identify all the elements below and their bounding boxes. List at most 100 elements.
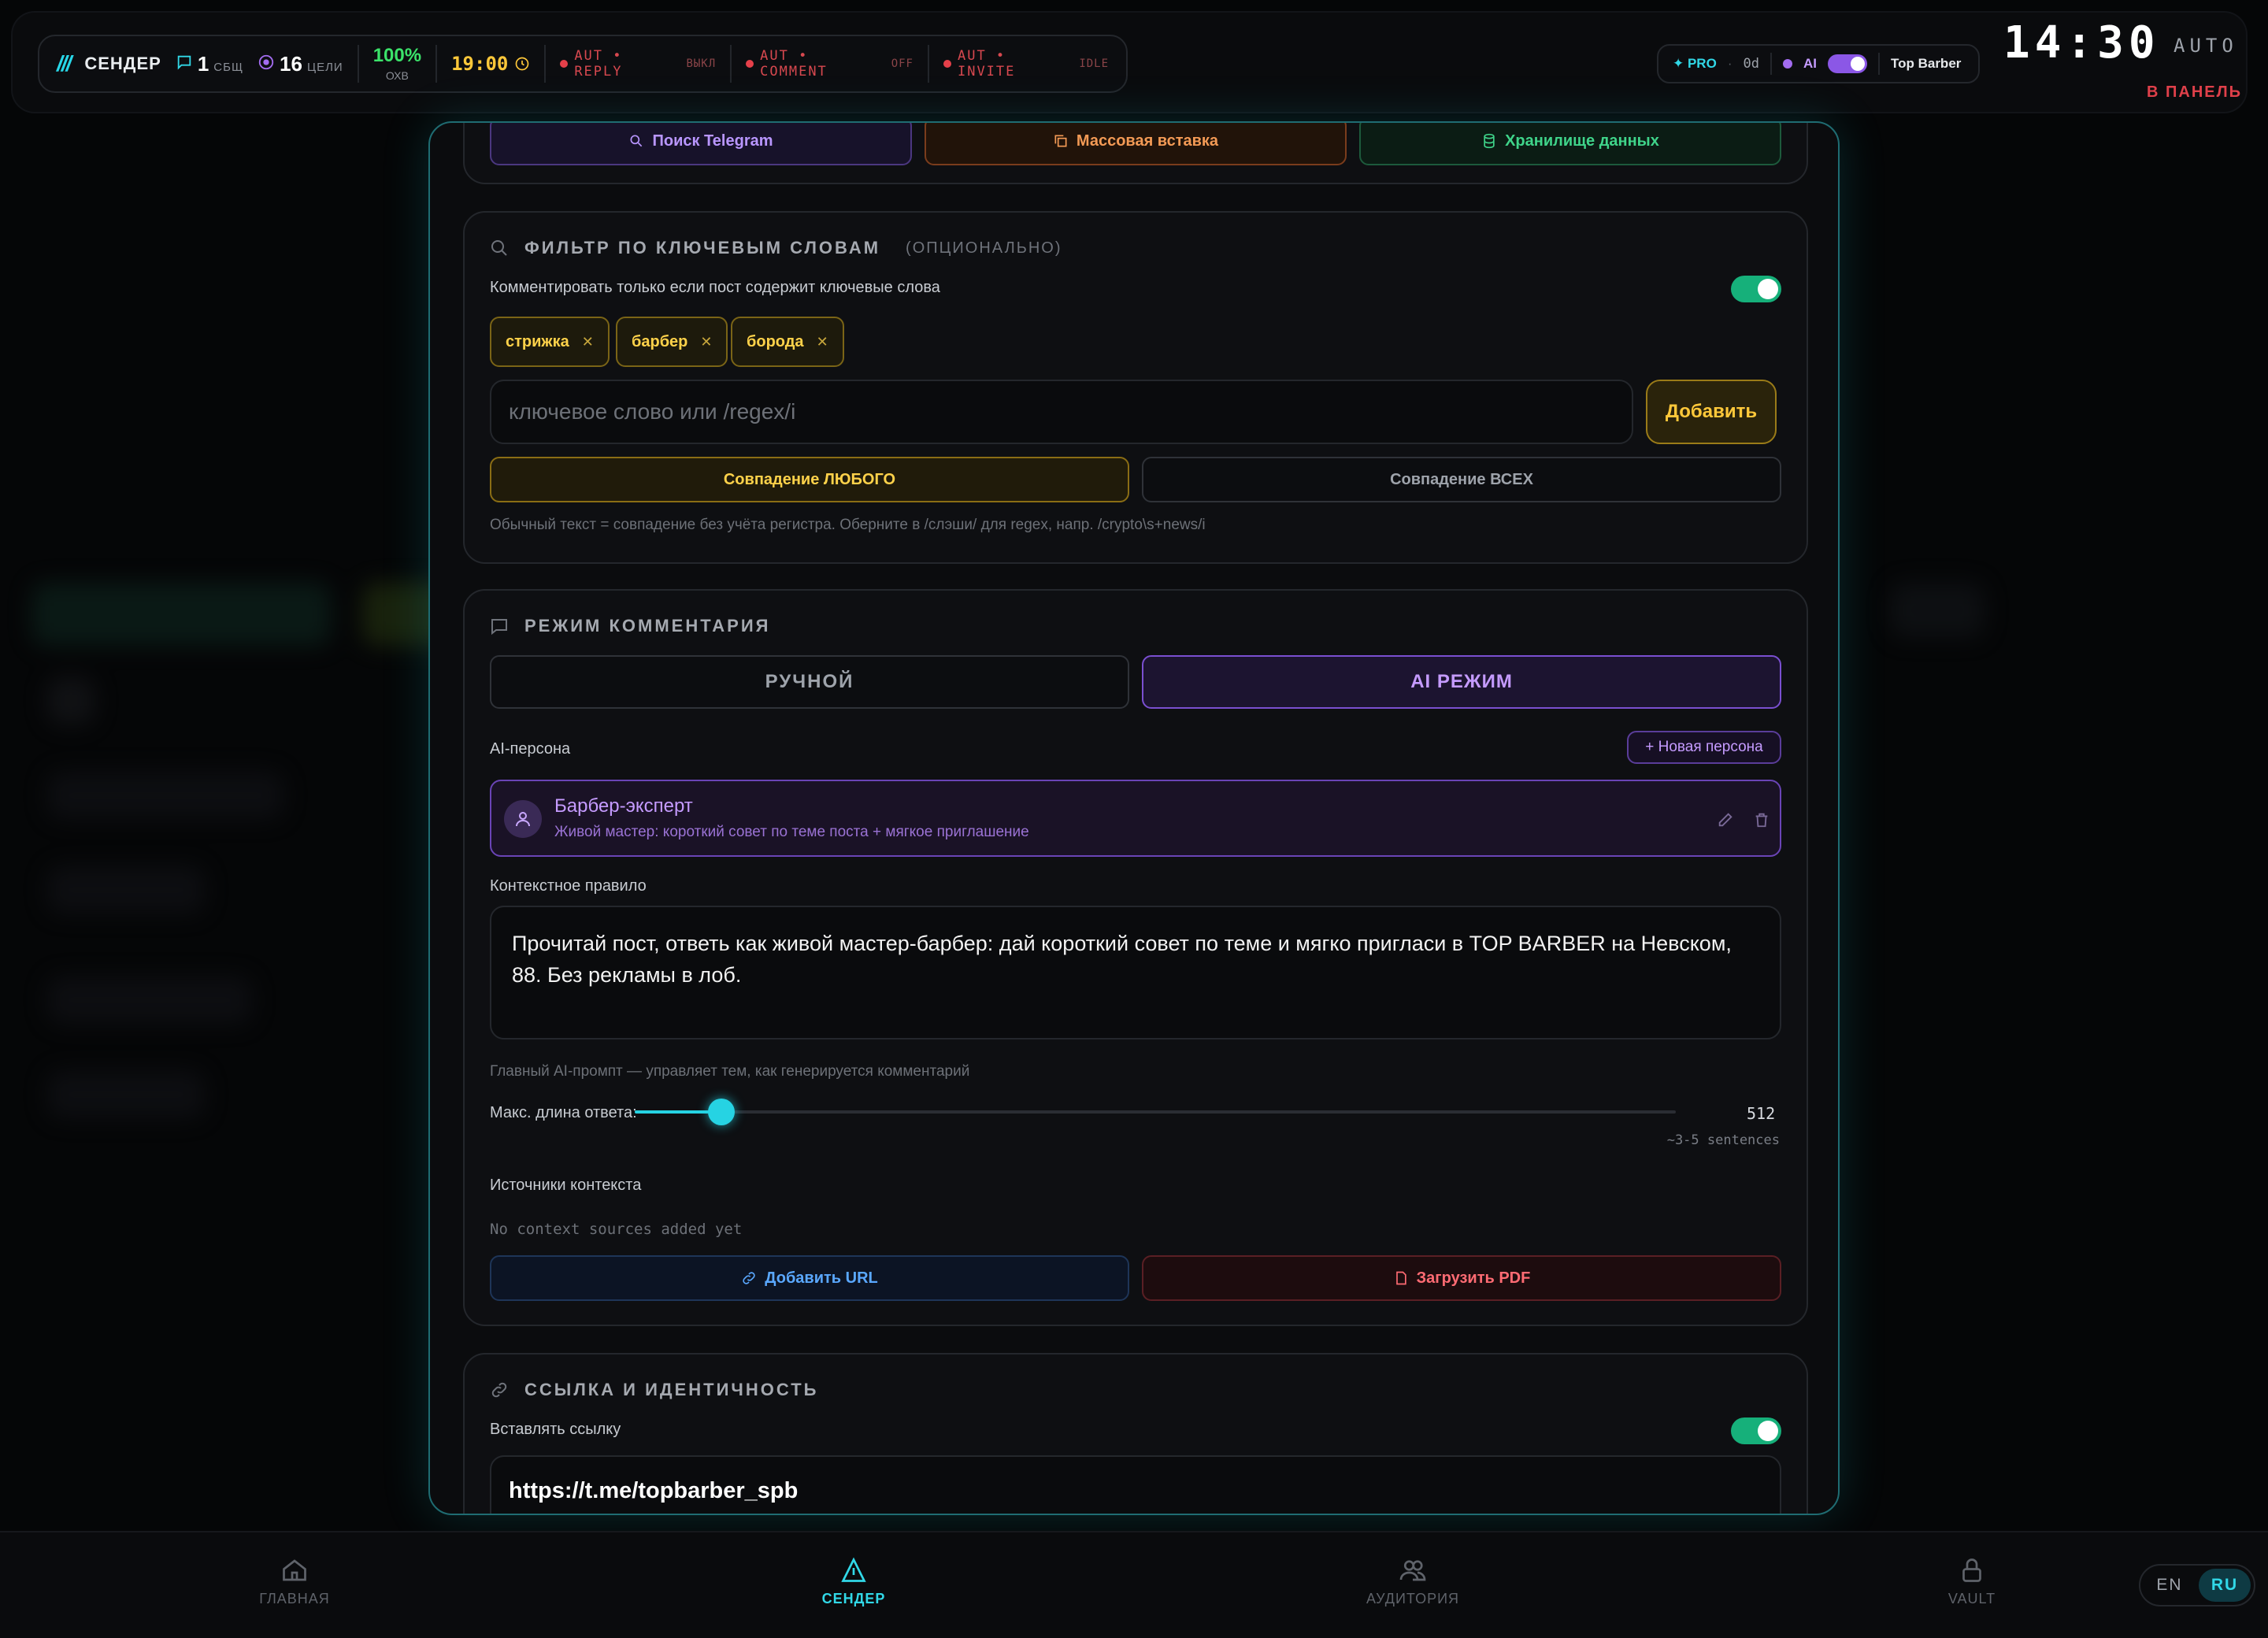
link-icon: [491, 1382, 507, 1398]
link-url-input[interactable]: https://t.me/topbarber_spb: [490, 1455, 1781, 1514]
comment-icon: [491, 619, 507, 636]
max-length-value: 512: [1747, 1104, 1776, 1123]
divider: [544, 45, 547, 83]
status-dot-icon: [746, 60, 754, 68]
add-keyword-button[interactable]: Добавить: [1646, 380, 1777, 444]
copy-icon: [1054, 135, 1067, 147]
account-name[interactable]: Top Barber: [1891, 56, 1961, 72]
keyword-filter-toggle[interactable]: [1731, 276, 1781, 302]
search-icon: [491, 240, 507, 256]
nav-home[interactable]: ГЛАВНАЯ: [216, 1556, 373, 1607]
context-rule-label: Контекстное правило: [490, 877, 647, 895]
telegram-search-button[interactable]: Поиск Telegram: [490, 123, 912, 165]
remove-tag-icon[interactable]: ✕: [582, 334, 594, 350]
context-sources-label: Источники контекста: [490, 1177, 642, 1194]
insert-link-toggle[interactable]: [1731, 1418, 1781, 1444]
clock: 14:30: [2003, 17, 2160, 69]
persona-name: Барбер-эксперт: [554, 795, 693, 817]
nav-audience[interactable]: АУДИТОРИЯ: [1334, 1556, 1492, 1607]
edit-icon[interactable]: [1717, 811, 1734, 828]
data-storage-button[interactable]: Хранилище данных: [1359, 123, 1781, 165]
divider: [435, 45, 438, 83]
language-switcher: EN RU: [2139, 1564, 2255, 1606]
comment-mode-title: РЕЖИМ КОММЕНТАРИЯ: [490, 616, 770, 636]
link-identity-card: ССЫЛКА И ИДЕНТИЧНОСТЬ Вставлять ссылку h…: [463, 1353, 1808, 1514]
reach-stat: 100% ОХВ: [372, 45, 422, 82]
keyword-toggle-label: Комментировать только если пост содержит…: [490, 279, 940, 296]
divider: [1770, 53, 1772, 75]
slider-handle[interactable]: [708, 1099, 736, 1125]
target-icon: [258, 54, 274, 69]
insert-link-label: Вставлять ссылку: [490, 1421, 621, 1438]
max-length-hint: ~3-5 sentences: [1666, 1132, 1780, 1148]
upload-pdf-button[interactable]: Загрузить PDF: [1142, 1255, 1781, 1301]
message-icon: [177, 55, 191, 70]
context-sources-empty: No context sources added yet: [490, 1221, 743, 1238]
divider: [1877, 53, 1880, 75]
remove-tag-icon[interactable]: ✕: [817, 334, 828, 350]
status-dot-icon: [560, 60, 569, 68]
trash-icon[interactable]: [1753, 811, 1770, 828]
comment-mode-card: РЕЖИМ КОММЕНТАРИЯ РУЧНОЙ AI РЕЖИМ AI-пер…: [463, 589, 1808, 1326]
max-length-slider[interactable]: [635, 1099, 1676, 1125]
match-any-button[interactable]: Совпадение ЛЮБОГО: [490, 457, 1129, 502]
brand-slash: ///: [57, 51, 72, 76]
keyword-tag: борода ✕: [731, 317, 844, 367]
pro-badge[interactable]: ✦ PRO: [1673, 56, 1717, 72]
database-icon: [1484, 133, 1495, 149]
ai-persona-label: AI-персона: [490, 740, 571, 758]
users-icon: [1399, 1560, 1426, 1581]
bottom-navigation: ГЛАВНАЯ СЕНДЕР АУДИТОРИЯ VAULT EN RU: [0, 1531, 2268, 1638]
link-identity-title: ССЫЛКА И ИДЕНТИЧНОСТЬ: [490, 1380, 818, 1400]
nav-sender[interactable]: СЕНДЕР: [775, 1556, 932, 1607]
sources-card: Поиск Telegram Массовая вставка Хранилищ…: [463, 123, 1808, 184]
remove-tag-icon[interactable]: ✕: [700, 334, 712, 350]
bulk-insert-button[interactable]: Массовая вставка: [925, 123, 1347, 165]
keyword-input[interactable]: [490, 380, 1633, 444]
persona-card[interactable]: Барбер-эксперт Живой мастер: короткий со…: [490, 780, 1781, 857]
lang-en[interactable]: EN: [2144, 1569, 2196, 1602]
persona-description: Живой мастер: короткий совет по теме пос…: [554, 824, 1029, 840]
manual-mode-button[interactable]: РУЧНОЙ: [490, 655, 1129, 709]
to-panel-link[interactable]: В ПАНЕЛЬ: [2147, 83, 2242, 102]
ai-label: AI: [1803, 56, 1817, 71]
nav-vault[interactable]: VAULT: [1893, 1556, 2051, 1607]
match-all-button[interactable]: Совпадение ВСЕХ: [1142, 457, 1781, 502]
auto-reply-status[interactable]: AUT • REPLY ВЫКЛ: [560, 48, 716, 80]
schedule-time[interactable]: 19:00: [451, 53, 530, 75]
pro-days: 0d: [1743, 56, 1759, 72]
new-persona-button[interactable]: + Новая персона: [1627, 731, 1781, 764]
keyword-hint: Обычный текст = совпадение без учёта рег…: [490, 517, 1206, 533]
status-dot-icon: [943, 60, 951, 68]
keyword-tag: барбер ✕: [616, 317, 728, 367]
divider: [730, 45, 732, 83]
clock-icon: [516, 57, 529, 71]
file-icon: [1395, 1271, 1406, 1285]
keyword-filter-title: ФИЛЬТР ПО КЛЮЧЕВЫМ СЛОВАМ (ОПЦИОНАЛЬНО): [490, 238, 1062, 258]
avatar: [504, 800, 542, 838]
sender-icon: [841, 1557, 866, 1582]
messages-stat: 1 СБЩ: [176, 52, 243, 76]
divider: [928, 45, 929, 83]
ai-dot-icon: [1782, 59, 1792, 69]
targets-stat: 16 ЦЕЛИ: [258, 52, 343, 76]
ai-mode-button[interactable]: AI РЕЖИМ: [1142, 655, 1781, 709]
separator-dot: ·: [1727, 56, 1732, 71]
link-icon: [743, 1272, 755, 1284]
keyword-tag: стрижка ✕: [490, 317, 610, 367]
auto-label: AUTO: [2174, 35, 2238, 57]
divider: [357, 45, 359, 83]
auto-comment-status[interactable]: AUT • COMMENT OFF: [746, 48, 914, 80]
search-icon: [630, 135, 643, 147]
sender-settings-panel: Поиск Telegram Массовая вставка Хранилищ…: [428, 121, 1840, 1515]
auto-invite-status[interactable]: AUT • INVITE IDLE: [943, 48, 1109, 80]
lang-ru[interactable]: RU: [2199, 1569, 2251, 1602]
keyword-filter-card: ФИЛЬТР ПО КЛЮЧЕВЫМ СЛОВАМ (ОПЦИОНАЛЬНО) …: [463, 211, 1808, 564]
max-length-label: Макс. длина ответа:: [490, 1104, 637, 1121]
lock-icon: [1962, 1558, 1981, 1582]
add-url-button[interactable]: Добавить URL: [490, 1255, 1129, 1301]
home-icon: [283, 1559, 306, 1581]
ai-toggle[interactable]: [1827, 54, 1867, 73]
account-pill: ✦ PRO · 0d AI Top Barber: [1657, 44, 1980, 83]
context-rule-textarea[interactable]: Прочитай пост, ответь как живой мастер-б…: [490, 906, 1781, 1040]
